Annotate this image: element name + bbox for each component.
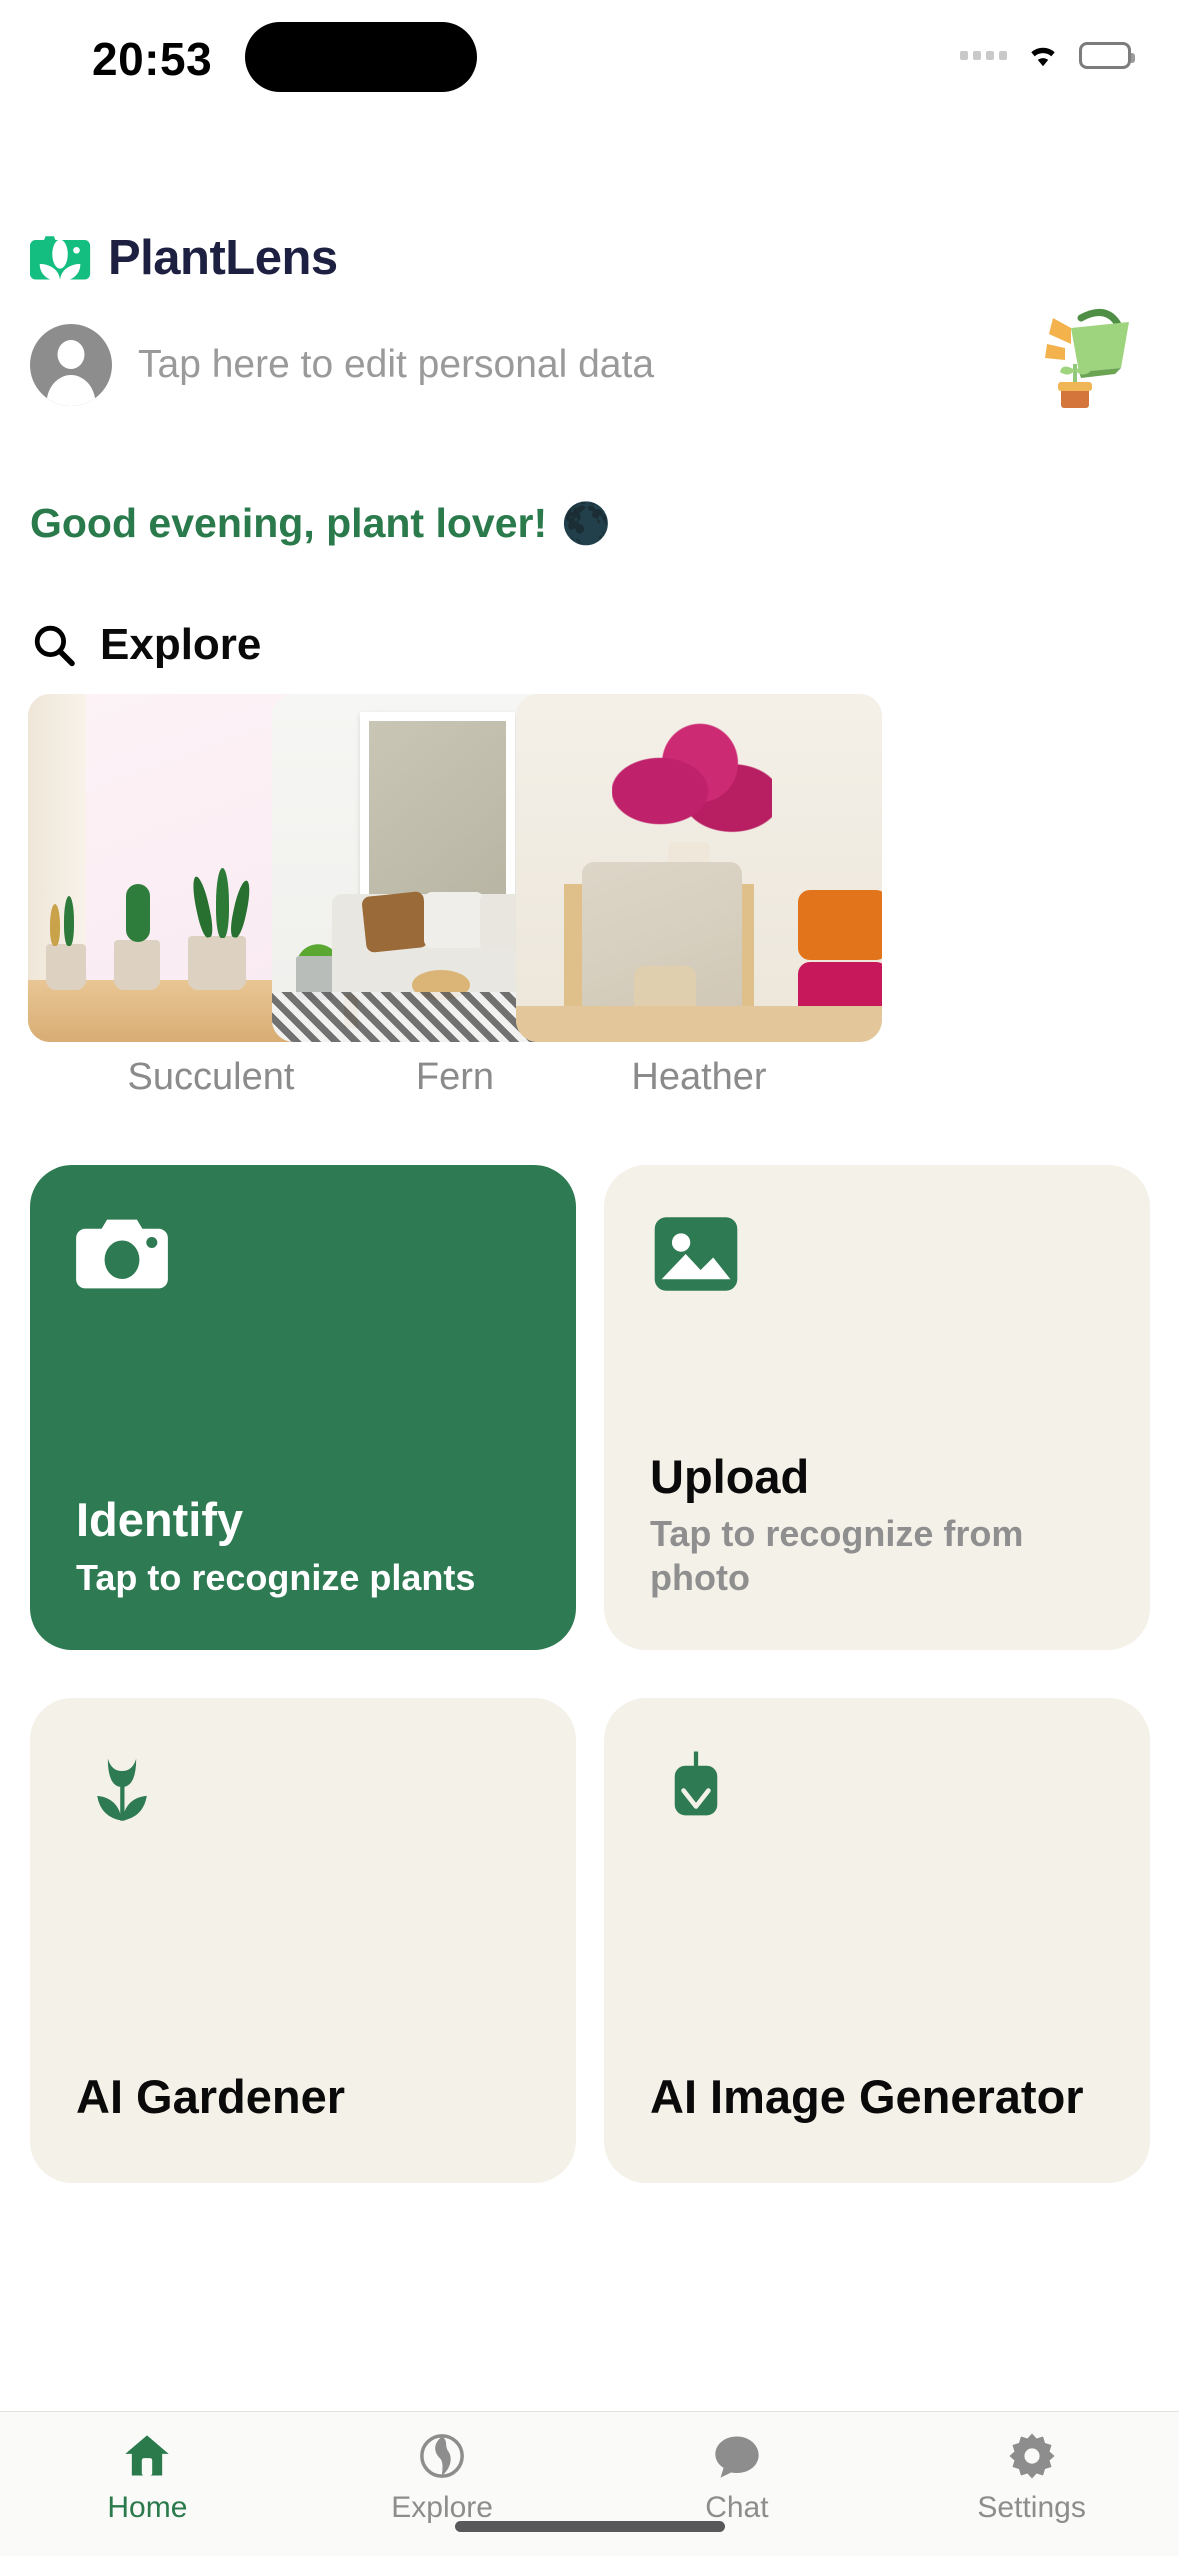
wifi-icon — [1031, 47, 1055, 67]
status-bar-time: 20:53 — [92, 33, 213, 85]
identify-subtitle: Tap to recognize plants — [76, 1557, 476, 1599]
tab-chat[interactable]: Chat — [590, 2430, 885, 2525]
download-icon — [674, 1751, 718, 1816]
status-bar-indicators — [960, 40, 1135, 70]
signal-dots-icon — [960, 50, 1007, 60]
upload-title: Upload — [650, 1449, 810, 1503]
upload-subtitle: Tap to recognize from photo — [650, 1513, 1024, 1599]
explore-carousel[interactable]: Succulent Fern Heather — [0, 694, 1179, 1114]
tab-home-label: Home — [107, 2491, 188, 2524]
plantlens-camera-leaf-logo — [30, 236, 91, 282]
identify-card[interactable]: Identify Tap to recognize plants — [30, 1165, 576, 1650]
ai-gardener-title: AI Gardener — [76, 2070, 346, 2124]
person-avatar-icon[interactable] — [30, 324, 112, 406]
flower-icon — [97, 1758, 147, 1821]
dynamic-island — [245, 22, 477, 92]
tab-explore[interactable]: Explore — [295, 2430, 590, 2525]
home-indicator[interactable] — [454, 2521, 725, 2532]
globe-icon — [420, 2434, 465, 2478]
app-logo-header: PlantLens — [30, 227, 338, 289]
camera-icon — [76, 1219, 168, 1289]
app-screen: 20:53 PlantLens Tap here to edit persona… — [0, 0, 1179, 2556]
identify-title: Identify — [76, 1493, 244, 1547]
greeting-row: Good evening, plant lover! 🌑 — [30, 500, 611, 547]
edit-profile-row[interactable]: Tap here to edit personal data — [30, 324, 654, 406]
image-icon — [654, 1217, 738, 1291]
heather-photo — [516, 694, 882, 1042]
explore-section-header: Explore — [30, 620, 261, 670]
status-bar: 20:53 — [0, 0, 1179, 120]
gear-icon — [1009, 2433, 1055, 2479]
chat-bubble-icon — [715, 2436, 759, 2478]
upload-card[interactable]: Upload Tap to recognize from photo — [604, 1165, 1150, 1650]
app-name: PlantLens — [108, 231, 338, 285]
ai-gardener-card[interactable]: AI Gardener — [30, 1698, 576, 2183]
ai-image-generator-card[interactable]: AI Image Generator — [604, 1698, 1150, 2183]
watering-can-plant-icon — [1045, 309, 1129, 408]
tab-settings[interactable]: Settings — [884, 2430, 1179, 2525]
home-icon — [125, 2435, 170, 2476]
greeting-text: Good evening, plant lover! — [30, 500, 548, 546]
search-icon — [34, 625, 75, 667]
tab-home[interactable]: Home — [0, 2430, 295, 2525]
tab-chat-label: Chat — [705, 2491, 769, 2524]
ai-image-generator-title: AI Image Generator — [650, 2070, 1084, 2124]
tab-explore-label: Explore — [391, 2491, 493, 2524]
tab-settings-label: Settings — [977, 2491, 1086, 2524]
new-moon-face-emoji: 🌑 — [561, 501, 611, 546]
edit-profile-label: Tap here to edit personal data — [138, 343, 655, 386]
plant-card-heather[interactable] — [516, 694, 882, 1042]
plant-card-label: Heather — [631, 1056, 767, 1098]
battery-icon — [1079, 41, 1135, 69]
explore-title: Explore — [100, 620, 262, 669]
bottom-tab-bar[interactable]: Home Explore Chat Settings — [0, 2411, 1179, 2556]
